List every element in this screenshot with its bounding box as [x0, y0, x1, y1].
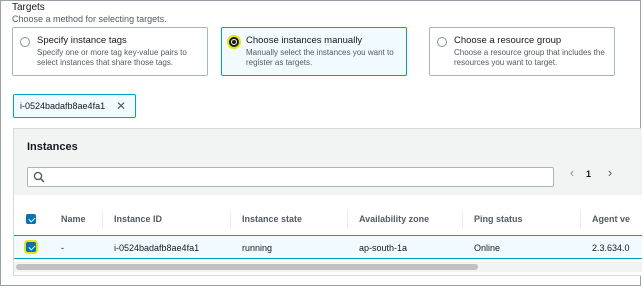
option-description: Manually select the instances you want t… — [246, 48, 394, 67]
selected-instance-token: i-0524badafb8ae4fa1 ✕ — [13, 94, 136, 118]
option-title: Specify instance tags — [37, 35, 127, 46]
cell-instance-state: running — [242, 243, 273, 253]
radio-manual[interactable] — [229, 37, 239, 47]
page-number[interactable]: 1 — [586, 169, 591, 179]
option-resource-group[interactable]: Choose a resource group Choose a resourc… — [429, 27, 615, 76]
search-icon — [33, 171, 45, 183]
column-divider — [580, 210, 581, 228]
radio-resource-group[interactable] — [437, 37, 447, 47]
instances-panel: Instances ‹ 1 › Name Instance ID Instanc… — [13, 128, 642, 276]
close-icon[interactable]: ✕ — [115, 99, 127, 113]
select-all-checkbox[interactable] — [26, 214, 36, 224]
column-divider — [230, 210, 231, 228]
row-checkbox[interactable] — [26, 242, 36, 252]
option-title: Choose a resource group — [454, 35, 562, 46]
column-name[interactable]: Name — [61, 214, 86, 224]
horizontal-scrollbar[interactable] — [14, 262, 642, 272]
column-agent-version[interactable]: Agent ve — [592, 214, 630, 224]
targets-title: Targets — [12, 2, 45, 13]
cell-instance-id: i-0524badafb8ae4fa1 — [114, 243, 200, 253]
column-ping-status[interactable]: Ping status — [474, 214, 523, 224]
option-description: Choose a resource group that includes th… — [454, 48, 605, 67]
column-divider — [347, 210, 348, 228]
column-availability-zone[interactable]: Availability zone — [359, 214, 429, 224]
column-divider — [102, 210, 103, 228]
option-title: Choose instances manually — [246, 35, 363, 46]
scrollbar-thumb[interactable] — [16, 264, 478, 270]
option-description: Specify one or more tag key-value pairs … — [37, 48, 187, 67]
chevron-right-icon[interactable]: › — [605, 165, 615, 180]
table-row[interactable]: - i-0524badafb8ae4fa1 running ap-south-1… — [14, 235, 642, 259]
panel-title: Instances — [27, 141, 78, 153]
cell-ping-status: Online — [474, 243, 501, 253]
radio-instance-tags[interactable] — [20, 37, 30, 47]
search-input[interactable] — [27, 167, 554, 187]
targets-description: Choose a method for selecting targets. — [12, 14, 167, 24]
chevron-left-icon[interactable]: ‹ — [567, 165, 577, 180]
column-divider — [462, 210, 463, 228]
cell-availability-zone: ap-south-1a — [359, 243, 408, 253]
column-instance-state[interactable]: Instance state — [242, 214, 302, 224]
table-header: Name Instance ID Instance state Availabi… — [14, 204, 642, 234]
cell-name: - — [61, 243, 64, 253]
option-instance-tags[interactable]: Specify instance tags Specify one or mor… — [12, 27, 208, 76]
column-instance-id[interactable]: Instance ID — [114, 214, 162, 224]
option-manual[interactable]: Choose instances manually Manually selec… — [221, 27, 407, 76]
cell-agent-version: 2.3.634.0 — [592, 243, 630, 253]
token-label: i-0524badafb8ae4fa1 — [20, 101, 106, 111]
